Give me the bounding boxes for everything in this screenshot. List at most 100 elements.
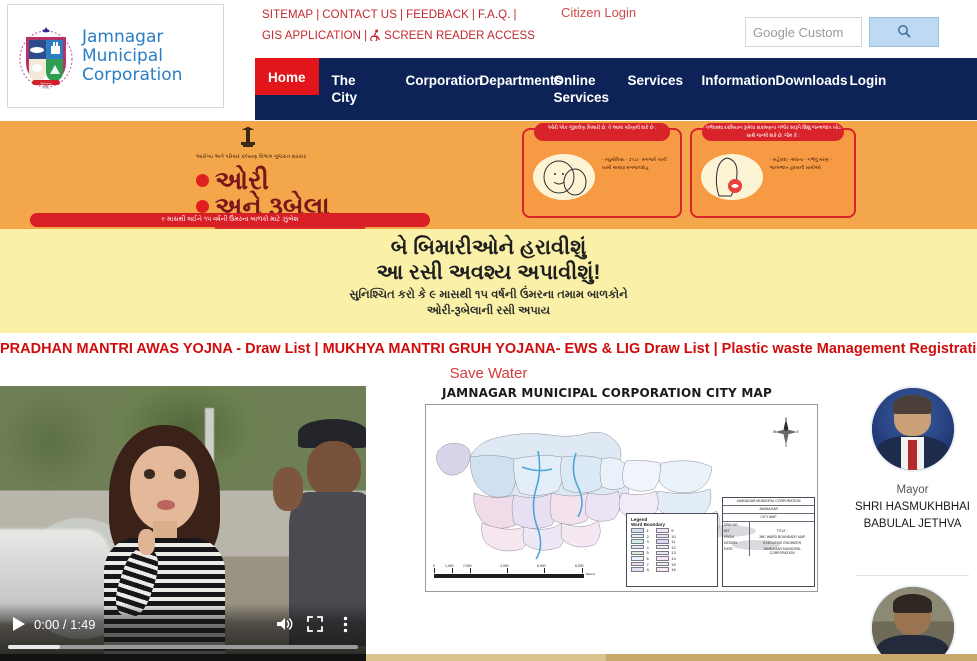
nav-item-departments[interactable]: Departments bbox=[467, 58, 563, 89]
legend-label: 3 bbox=[646, 539, 649, 545]
official-photo-2 bbox=[869, 585, 956, 661]
legend-entry: 14 bbox=[655, 555, 676, 561]
legend-label: 14 bbox=[671, 555, 676, 561]
link-faq[interactable]: F.A.Q. bbox=[478, 9, 511, 21]
scale-label-0: 0 bbox=[433, 564, 435, 568]
legend-label: 9 bbox=[671, 528, 674, 533]
legend-entry: 12 bbox=[655, 544, 676, 550]
city-map-panel[interactable]: JAMNAGAR MUNICIPAL CORPORATION CITY MAP bbox=[368, 386, 846, 661]
more-options-icon[interactable] bbox=[330, 612, 360, 636]
link-sitemap[interactable]: SITEMAP bbox=[262, 9, 313, 21]
infobox-1-heading: ઓરી એક જીવલેણ બિમારી છે, તે આમાં પરિણમી … bbox=[534, 123, 670, 141]
page-root: જામનગર JMC Jamnagar Municipal Corporatio… bbox=[0, 0, 977, 661]
logo-line-1: Jamnagar bbox=[82, 26, 164, 47]
nav-item-information[interactable]: Information bbox=[689, 58, 776, 89]
ticker-item-2[interactable]: MUKHYA MANTRI GRUH YOJANA- EWS & LIG Dra… bbox=[323, 341, 710, 357]
jamnagar-municipal-corporation-emblem: જામનગર JMC bbox=[18, 23, 74, 90]
video-progress-fill bbox=[8, 645, 60, 649]
legend-label: 12 bbox=[671, 544, 676, 550]
link-gis-application[interactable]: GIS APPLICATION bbox=[262, 30, 361, 42]
banner-bottom-line-2: આ રસી અવશ્ય અપાવીશું! bbox=[376, 261, 601, 284]
nav-item-downloads[interactable]: Downloads bbox=[763, 58, 848, 89]
main-navigation: Home The City Corporation Departments On… bbox=[255, 58, 977, 120]
nav-item-login[interactable]: Login bbox=[837, 58, 900, 89]
scale-label-3: 4,000 bbox=[500, 564, 509, 568]
legend-entry: 3 bbox=[631, 539, 649, 544]
link-feedback[interactable]: FEEDBACK bbox=[406, 9, 469, 21]
ticker-item-3[interactable]: Plastic waste Management Registration bbox=[722, 341, 977, 357]
banner-bottom-line-4: ઓરી-રૂબેલાની રસી અપાય bbox=[426, 305, 551, 317]
official-card-mayor[interactable]: Mayor SHRI HASMUKHBHAI BABULAL JETHVA bbox=[848, 386, 977, 533]
link-separator: | bbox=[316, 9, 320, 21]
search-button[interactable] bbox=[869, 17, 939, 47]
banner-bottom-subtext: સુનિશ્ચિત કરો કે ૯ માસથી ૧૫ વર્ષની ઉંમરન… bbox=[0, 287, 977, 319]
officials-divider bbox=[856, 575, 969, 576]
video-progress-bar[interactable] bbox=[8, 645, 358, 649]
ticker-item-1[interactable]: PRADHAN MANTRI AWAS YOJNA - Draw List bbox=[0, 341, 310, 357]
legend-swatch bbox=[631, 545, 644, 550]
scale-label-2: 2,000 bbox=[463, 564, 472, 568]
citizen-login-link[interactable]: Citizen Login bbox=[561, 5, 636, 20]
save-water-caption: Save Water bbox=[449, 365, 528, 382]
logo-line-3: Corporation bbox=[82, 64, 183, 85]
video-player[interactable]: 0:00 / 1:49 bbox=[0, 386, 366, 661]
legend-swatch bbox=[631, 539, 644, 544]
accessibility-wheelchair-icon bbox=[370, 28, 381, 49]
ticker-separator: | bbox=[314, 341, 319, 357]
nav-item-the-city[interactable]: The City bbox=[319, 58, 393, 106]
banner-title: ઓરી અને રૂબેલા bbox=[196, 167, 330, 219]
legend-entry: 5 bbox=[631, 550, 649, 555]
info-table-city: JAMNAGAR bbox=[723, 506, 814, 514]
legend-entry: 11 bbox=[655, 539, 676, 545]
legend-swatch bbox=[655, 561, 669, 567]
nav-item-online-services[interactable]: Online Services bbox=[541, 58, 615, 106]
scale-label-5: 8,000 bbox=[575, 564, 584, 568]
search-icon bbox=[897, 24, 911, 41]
volume-icon[interactable] bbox=[270, 612, 300, 636]
legend-label: 11 bbox=[671, 539, 676, 545]
banner-age-strip: ૯ માસથી લઈને ૧૫ વર્ષની ઉંમરના બાળકો માટે… bbox=[30, 213, 430, 227]
svg-text:S: S bbox=[785, 444, 787, 447]
legend-entry: 10 bbox=[655, 533, 676, 539]
banner-bottom-headline: બે બિમારીઓને હરાવીશું આ રસી અવશ્ય અપાવીશ… bbox=[0, 235, 977, 285]
officials-sidebar: Mayor SHRI HASMUKHBHAI BABULAL JETHVA bbox=[848, 386, 977, 661]
video-time-display: 0:00 / 1:49 bbox=[34, 616, 96, 632]
page-bottom-accent-line bbox=[0, 654, 977, 661]
legend-entry: 6 bbox=[631, 556, 649, 561]
link-contact-us[interactable]: CONTACT US bbox=[322, 9, 397, 21]
banner-bottom-line-1: બે બિમારીઓને હરાવીશું bbox=[390, 236, 587, 259]
india-national-emblem-icon bbox=[237, 126, 259, 152]
legend-entry: 15 bbox=[655, 561, 676, 567]
nav-item-services[interactable]: Services bbox=[615, 58, 689, 89]
play-icon[interactable] bbox=[6, 612, 30, 636]
site-header: જામનગર JMC Jamnagar Municipal Corporatio… bbox=[0, 0, 977, 120]
info-table-maptype: CITY MAP bbox=[723, 514, 814, 522]
legend-swatch bbox=[655, 567, 669, 572]
legend-swatch bbox=[631, 533, 644, 539]
svg-text:N: N bbox=[785, 417, 788, 421]
link-separator: | bbox=[471, 9, 475, 21]
legend-swatch bbox=[655, 528, 669, 533]
infobox-1-illustration bbox=[533, 154, 595, 200]
ticker-separator: | bbox=[713, 341, 718, 357]
info-cell-left: DATE bbox=[723, 546, 751, 556]
official-card-2[interactable] bbox=[848, 585, 977, 661]
link-screen-reader-access[interactable]: SCREEN READER ACCESS bbox=[384, 30, 535, 42]
news-ticker[interactable]: PRADHAN MANTRI AWAS YOJNA - Draw List | … bbox=[0, 341, 977, 357]
campaign-banner[interactable]: આરોગ્ય અને પરિવાર કલ્યાણ વિભાગ ગુજરાત સર… bbox=[0, 121, 977, 333]
search-input[interactable] bbox=[745, 17, 862, 47]
legend-column-2: 9 10 11 12 13 14 15 16 bbox=[655, 528, 676, 573]
banner-gov-line: આરોગ્ય અને પરિવાર કલ્યાણ વિભાગ ગુજરાત સર… bbox=[195, 154, 307, 160]
city-map-title: JAMNAGAR MUNICIPAL CORPORATION CITY MAP bbox=[442, 386, 772, 400]
announcements-area: PRADHAN MANTRI AWAS YOJNA - Draw List | … bbox=[0, 333, 977, 386]
legend-swatch bbox=[655, 545, 669, 550]
nav-item-home[interactable]: Home bbox=[255, 58, 319, 95]
nav-item-corporation[interactable]: Corporation bbox=[393, 58, 483, 89]
site-logo[interactable]: જામનગર JMC Jamnagar Municipal Corporatio… bbox=[7, 4, 224, 108]
fullscreen-icon[interactable] bbox=[300, 612, 330, 636]
legend-label: 10 bbox=[671, 533, 676, 539]
legend-swatch bbox=[631, 528, 644, 533]
legend-label: 16 bbox=[671, 567, 676, 573]
legend-label: 5 bbox=[646, 550, 649, 556]
legend-entry: 1 bbox=[631, 528, 649, 533]
